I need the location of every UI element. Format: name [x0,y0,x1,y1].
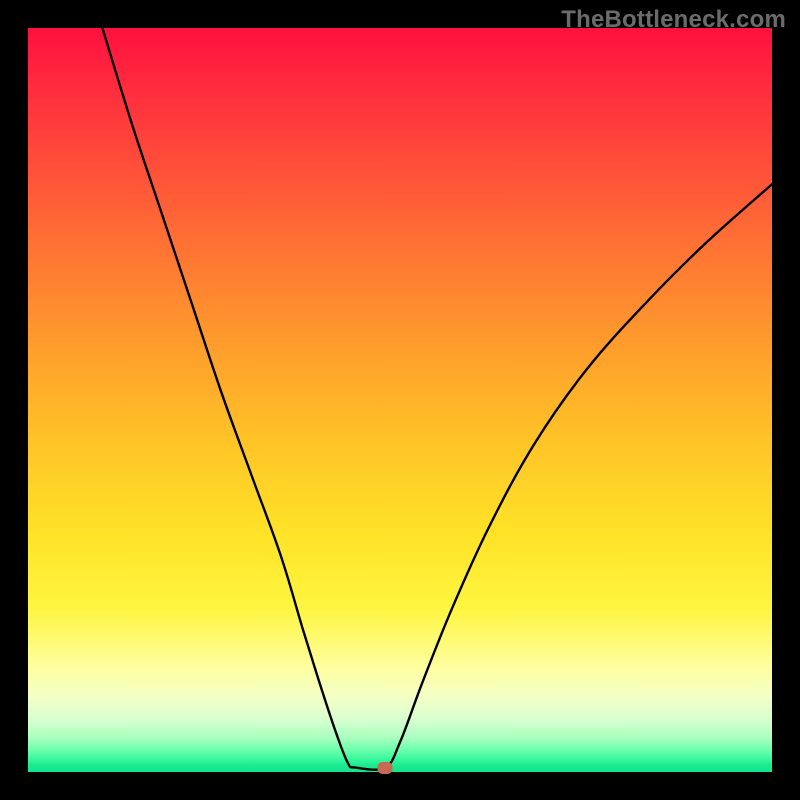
minimum-marker [378,762,393,774]
bottleneck-curve [28,28,772,772]
watermark-text: TheBottleneck.com [561,6,786,34]
curve-path [102,28,772,770]
plot-area [28,28,772,772]
chart-frame: TheBottleneck.com [0,0,800,800]
